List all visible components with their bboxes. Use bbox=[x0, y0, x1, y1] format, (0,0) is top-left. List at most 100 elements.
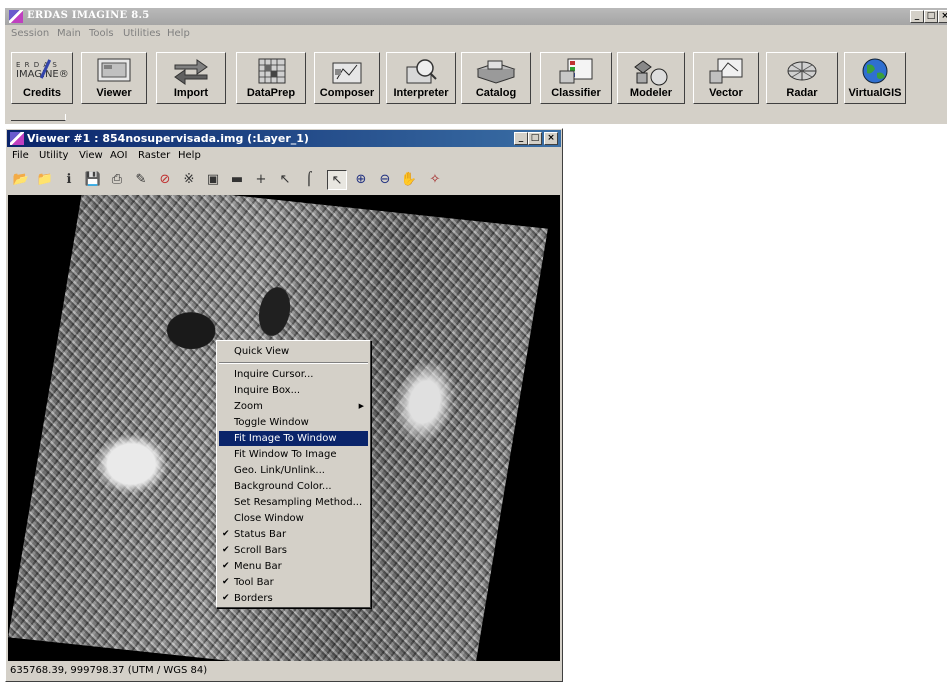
radar-label: Radar bbox=[786, 87, 818, 99]
viewer-button[interactable]: Viewer bbox=[81, 52, 147, 104]
globe-icon bbox=[862, 58, 888, 84]
viewer-app-icon bbox=[10, 132, 24, 145]
measure-icon[interactable]: ▬ bbox=[227, 170, 247, 190]
menu-item-toggle-window[interactable]: Toggle Window bbox=[219, 415, 368, 430]
menu-item-quick-view[interactable]: Quick View bbox=[219, 344, 368, 359]
menu-tools[interactable]: Tools bbox=[89, 28, 114, 39]
menu-item-set-resampling-method[interactable]: Set Resampling Method... bbox=[219, 495, 368, 510]
menu-item-tool-bar[interactable]: ✔ Tool Bar bbox=[219, 575, 368, 590]
viewer-titlebar[interactable]: Viewer #1 : 854nosupervisada.img (:Layer… bbox=[7, 130, 561, 147]
pan-hand-icon[interactable]: ✋ bbox=[399, 170, 419, 190]
menu-item-label: Quick View bbox=[234, 346, 290, 357]
profile-icon[interactable]: ⌠ bbox=[299, 170, 319, 190]
viewer-menu-aoi[interactable]: AOI bbox=[110, 150, 128, 161]
composer-label: Composer bbox=[319, 87, 375, 99]
dataprep-button[interactable]: DataPrep bbox=[236, 52, 306, 104]
menu-item-status-bar[interactable]: ✔ Status Bar bbox=[219, 527, 368, 542]
viewer-close-button[interactable]: × bbox=[544, 132, 558, 145]
interpreter-button[interactable]: Interpreter bbox=[386, 52, 456, 104]
vector-button[interactable]: Vector bbox=[693, 52, 759, 104]
viewer-statusbar: 635768.39, 999798.37 (UTM / WGS 84) bbox=[7, 662, 561, 680]
viewer-menu-file[interactable]: File bbox=[12, 150, 29, 161]
catalog-button[interactable]: Catalog bbox=[461, 52, 531, 104]
check-icon: ✔ bbox=[222, 593, 230, 603]
zoom-out-icon[interactable]: ⊖ bbox=[375, 170, 395, 190]
menu-session[interactable]: Session bbox=[11, 28, 49, 39]
menu-item-label: Toggle Window bbox=[234, 417, 309, 428]
open-icon[interactable]: 📂 bbox=[11, 170, 31, 190]
menu-item-borders[interactable]: ✔ Borders bbox=[219, 591, 368, 606]
viewer-minimize-button[interactable]: _ bbox=[514, 132, 528, 145]
viewer-menu-raster[interactable]: Raster bbox=[138, 150, 170, 161]
menu-item-background-color[interactable]: Background Color... bbox=[219, 479, 368, 494]
import-button[interactable]: Import bbox=[156, 52, 226, 104]
viewer-context-menu: Quick View Inquire Cursor... Inquire Box.… bbox=[216, 340, 371, 608]
viewer-label: Viewer bbox=[96, 87, 132, 99]
dataprep-grid-icon bbox=[258, 58, 286, 84]
composer-button[interactable]: Composer bbox=[314, 52, 380, 104]
save-icon[interactable]: 💾 bbox=[83, 170, 103, 190]
inquire-icon[interactable]: ✧ bbox=[425, 170, 445, 190]
radar-icon bbox=[787, 61, 817, 81]
app-titlebar[interactable]: ERDAS IMAGINE 8.5 _ □ × bbox=[5, 8, 947, 25]
viewer-maximize-button[interactable]: □ bbox=[528, 132, 542, 145]
open-layer-icon[interactable]: 📁 bbox=[35, 170, 55, 190]
import-label: Import bbox=[173, 87, 209, 99]
menu-item-label: Set Resampling Method... bbox=[234, 497, 363, 508]
menu-item-fit-image-to-window[interactable]: Fit Image To Window bbox=[219, 431, 368, 446]
interpreter-label: Interpreter bbox=[393, 87, 449, 99]
menu-item-fit-window-to-image[interactable]: Fit Window To Image bbox=[219, 447, 368, 462]
menu-utilities[interactable]: Utilities bbox=[123, 28, 161, 39]
menu-item-inquire-cursor[interactable]: Inquire Cursor... bbox=[219, 367, 368, 382]
menu-main[interactable]: Main bbox=[57, 28, 81, 39]
menu-item-menu-bar[interactable]: ✔ Menu Bar bbox=[219, 559, 368, 574]
viewer-menu-help[interactable]: Help bbox=[178, 150, 201, 161]
app-title: ERDAS IMAGINE 8.5 bbox=[27, 10, 150, 21]
menu-item-close-window[interactable]: Close Window bbox=[219, 511, 368, 526]
menu-item-inquire-box[interactable]: Inquire Box... bbox=[219, 383, 368, 398]
viewer-menubar: File Utility View AOI Raster Help bbox=[7, 148, 561, 165]
classifier-label: Classifier bbox=[551, 87, 601, 99]
erdas-app-icon bbox=[9, 10, 23, 23]
menu-item-label: Menu Bar bbox=[234, 561, 282, 572]
check-icon: ✔ bbox=[222, 561, 230, 571]
menu-item-label: Inquire Cursor... bbox=[234, 369, 314, 380]
menu-item-geo-link-unlink[interactable]: Geo. Link/Unlink... bbox=[219, 463, 368, 478]
viewer-menu-view[interactable]: View bbox=[79, 150, 103, 161]
eraser-icon[interactable]: ✎ bbox=[131, 170, 151, 190]
print-icon[interactable]: ⎙ bbox=[107, 170, 127, 190]
vector-lines-icon bbox=[709, 58, 743, 84]
maximize-button[interactable]: □ bbox=[924, 10, 938, 23]
menu-help[interactable]: Help bbox=[167, 28, 190, 39]
viewer-monitor-icon bbox=[97, 58, 131, 82]
menu-item-scroll-bars[interactable]: ✔ Scroll Bars bbox=[219, 543, 368, 558]
arrow-tool-icon[interactable]: ↖ bbox=[275, 170, 295, 190]
menu-item-label: Tool Bar bbox=[234, 577, 274, 588]
stop-icon[interactable]: ⊘ bbox=[155, 170, 175, 190]
modeler-button[interactable]: Modeler bbox=[617, 52, 685, 104]
close-button[interactable]: × bbox=[938, 10, 947, 23]
radar-button[interactable]: Radar bbox=[766, 52, 838, 104]
check-icon: ✔ bbox=[222, 577, 230, 587]
zoom-in-icon[interactable]: ⊕ bbox=[351, 170, 371, 190]
menu-item-label: Scroll Bars bbox=[234, 545, 287, 556]
composer-map-icon bbox=[332, 62, 362, 84]
classifier-button[interactable]: Classifier bbox=[540, 52, 612, 104]
virtualgis-button[interactable]: VirtualGIS bbox=[844, 52, 906, 104]
menu-item-label: Close Window bbox=[234, 513, 304, 524]
info-icon[interactable]: ℹ bbox=[59, 170, 79, 190]
submenu-arrow-icon: ▶ bbox=[358, 402, 364, 410]
viewer-menu-utility[interactable]: Utility bbox=[39, 150, 68, 161]
menu-item-label: Background Color... bbox=[234, 481, 332, 492]
zoom-extent-icon[interactable]: ※ bbox=[179, 170, 199, 190]
crosshair-icon[interactable]: + bbox=[251, 170, 271, 190]
fit-window-icon[interactable]: ▣ bbox=[203, 170, 223, 190]
select-pointer-icon[interactable]: ↖ bbox=[327, 170, 347, 190]
virtualgis-label: VirtualGIS bbox=[848, 87, 902, 99]
menu-item-zoom[interactable]: Zoom ▶ bbox=[219, 399, 368, 414]
minimize-button[interactable]: _ bbox=[910, 10, 924, 23]
credits-label: Credits bbox=[23, 87, 61, 99]
menu-item-label: Inquire Box... bbox=[234, 385, 301, 396]
interpreter-magnifier-icon bbox=[406, 59, 437, 84]
credits-button[interactable]: E R D A S IMAGINE® Credits bbox=[11, 52, 73, 104]
